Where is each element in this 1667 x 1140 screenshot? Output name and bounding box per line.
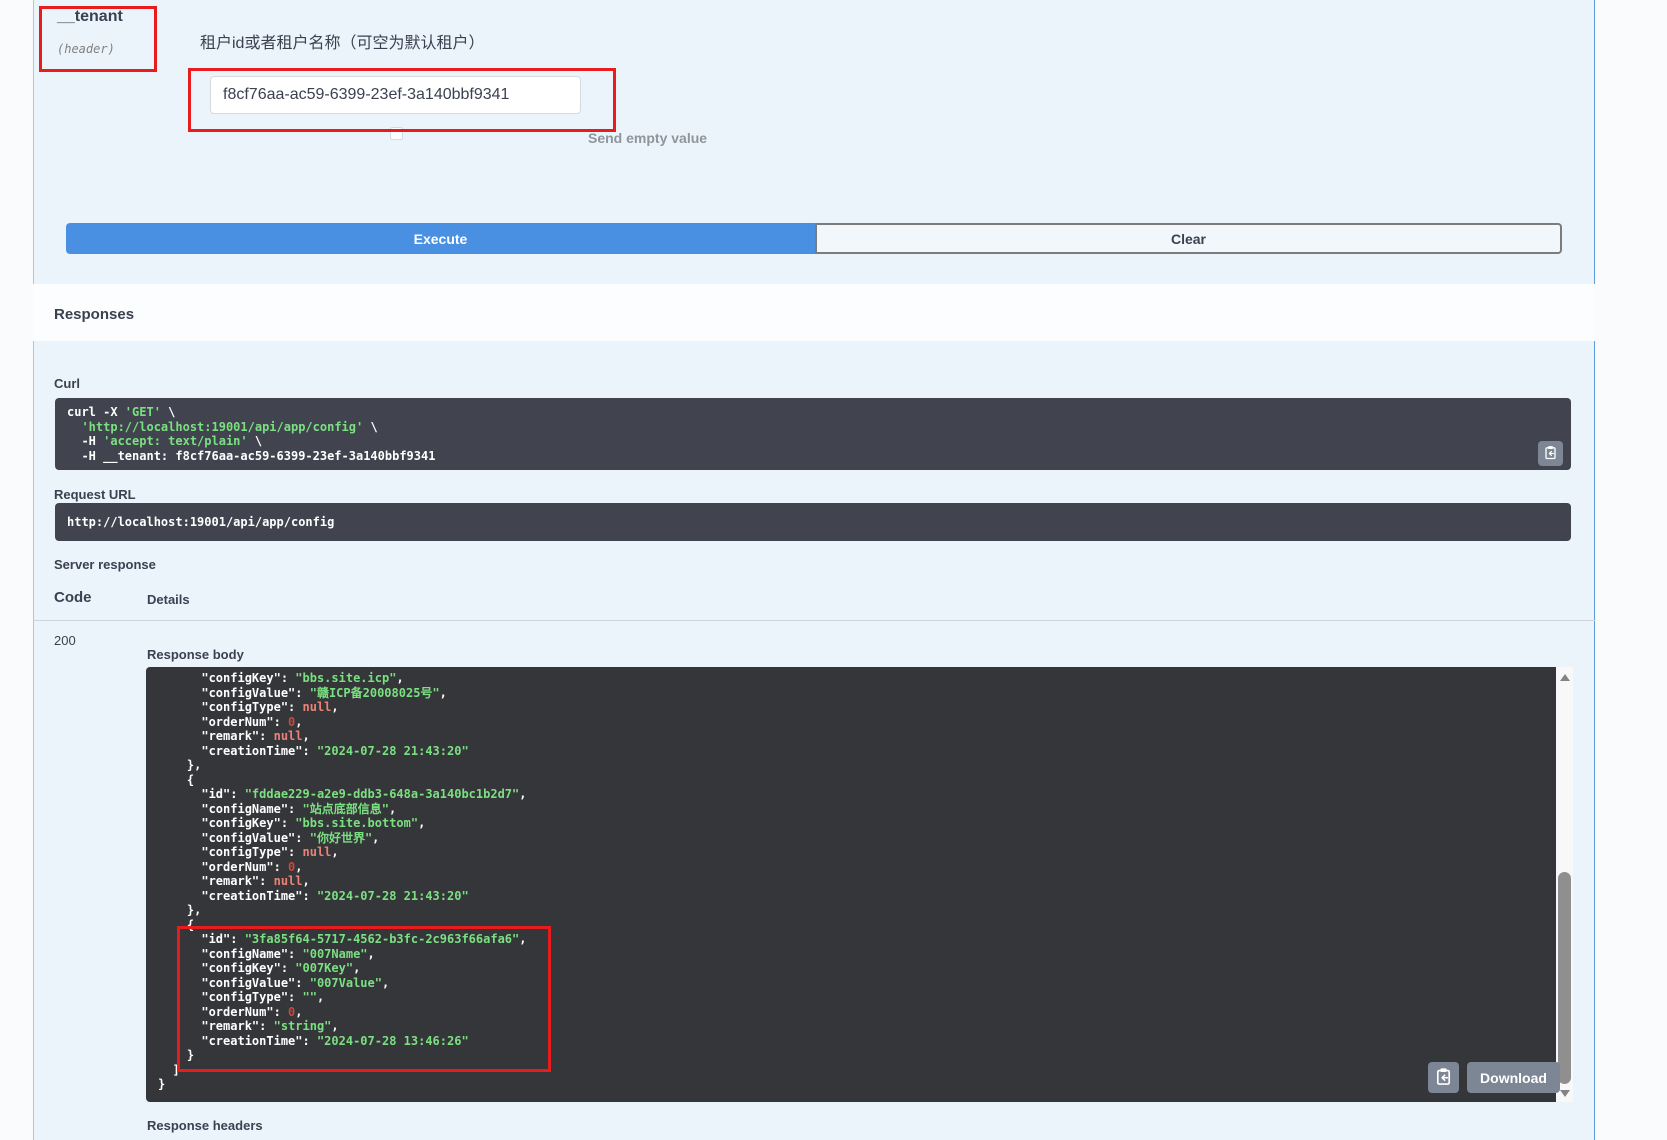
response-body-block: "configKey": "bbs.site.icp", "configValu… [146,667,1573,1102]
response-headers-label: Response headers [147,1118,263,1133]
curl-code: curl -X 'GET' \ 'http://localhost:19001/… [67,405,1559,463]
execute-button[interactable]: Execute [66,223,815,254]
server-response-label: Server response [54,557,156,572]
response-body-code: "configKey": "bbs.site.icp", "configValu… [158,671,1573,1092]
request-url-block: http://localhost:19001/api/app/config [55,503,1571,541]
status-code: 200 [54,633,76,648]
request-url-value: http://localhost:19001/api/app/config [67,515,334,529]
responses-title: Responses [54,306,134,323]
send-empty-value-label: Send empty value [588,130,707,146]
send-empty-value-checkbox[interactable] [390,127,403,140]
download-button[interactable]: Download [1467,1062,1560,1093]
curl-command-block: curl -X 'GET' \ 'http://localhost:19001/… [55,398,1571,470]
swagger-ui-screen: __tenant (header) 租户id或者租户名称（可空为默认租户） Se… [0,0,1667,1140]
response-table-divider [33,620,1595,621]
response-body-scrollbar[interactable] [1556,667,1573,1102]
responses-section-header: Responses [33,284,1595,341]
scrollbar-thumb[interactable] [1558,872,1571,1084]
clear-button[interactable]: Clear [815,223,1562,254]
triangle-down-icon[interactable] [1560,1090,1570,1097]
details-column-header: Details [147,592,190,607]
clipboard-copy-icon [1543,445,1558,463]
response-copy-button[interactable] [1428,1062,1459,1093]
code-column-header: Code [54,589,92,606]
response-body-label: Response body [147,647,244,662]
curl-label: Curl [54,376,80,391]
tenant-input[interactable] [210,76,581,114]
parameter-name: __tenant [57,8,123,26]
triangle-up-icon[interactable] [1560,674,1570,681]
parameter-description: 租户id或者租户名称（可空为默认租户） [200,29,484,53]
request-url-label: Request URL [54,487,136,502]
parameter-location: (header) [57,42,115,56]
curl-copy-button[interactable] [1538,441,1563,466]
clipboard-copy-icon [1434,1067,1453,1089]
